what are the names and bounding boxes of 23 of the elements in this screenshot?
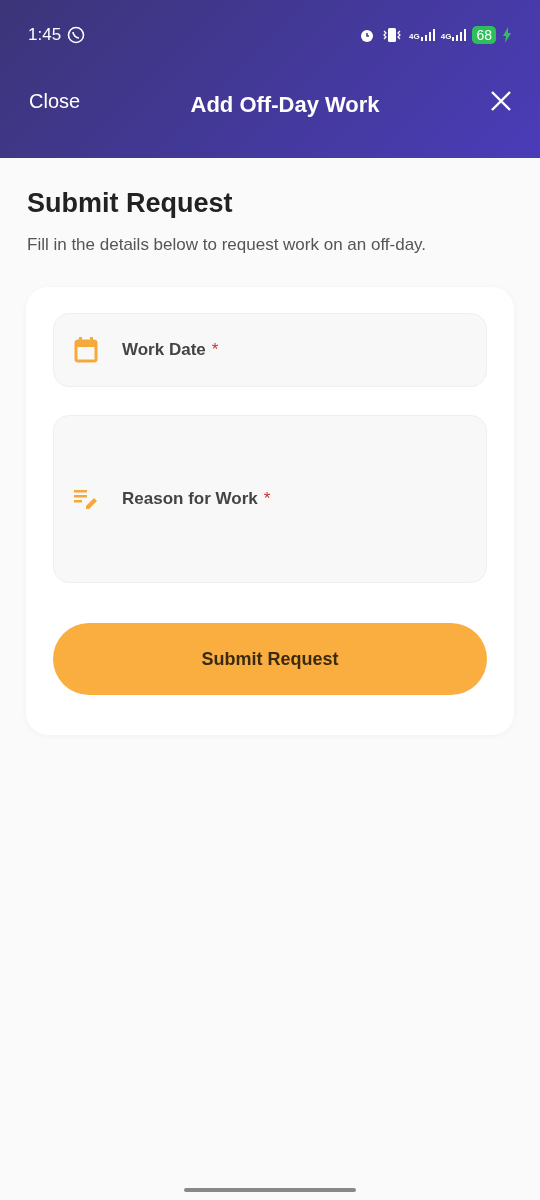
close-button[interactable]: Close [29,89,81,113]
notes-edit-icon [74,489,98,509]
chat-app-icon [67,26,86,44]
text-area-field[interactable]: Reason for Work * [53,415,487,583]
submit-button[interactable]: Submit Request [53,623,487,695]
signal-icon [452,29,467,41]
network-label: 4G [409,32,420,41]
network-label: 4G [440,32,452,41]
field-label: Reason for Work [122,489,258,509]
field-label: Work Date [122,340,206,360]
required-mark: * [263,489,271,509]
alarm-icon [359,27,376,43]
date-field[interactable]: Work Date * [53,313,487,387]
calendar-icon [74,337,98,363]
battery-level: 68 [472,26,496,44]
status-time: 1:45 [28,25,62,45]
screen-title: Add Off-Day Work [190,92,380,118]
required-mark: * [211,340,219,360]
section-title: Submit Request [27,188,234,219]
signal-icon [420,29,435,41]
section-description: Fill in the details below to request work on an off-day. [27,235,428,255]
close-icon[interactable] [490,90,512,112]
charging-icon [502,27,512,43]
